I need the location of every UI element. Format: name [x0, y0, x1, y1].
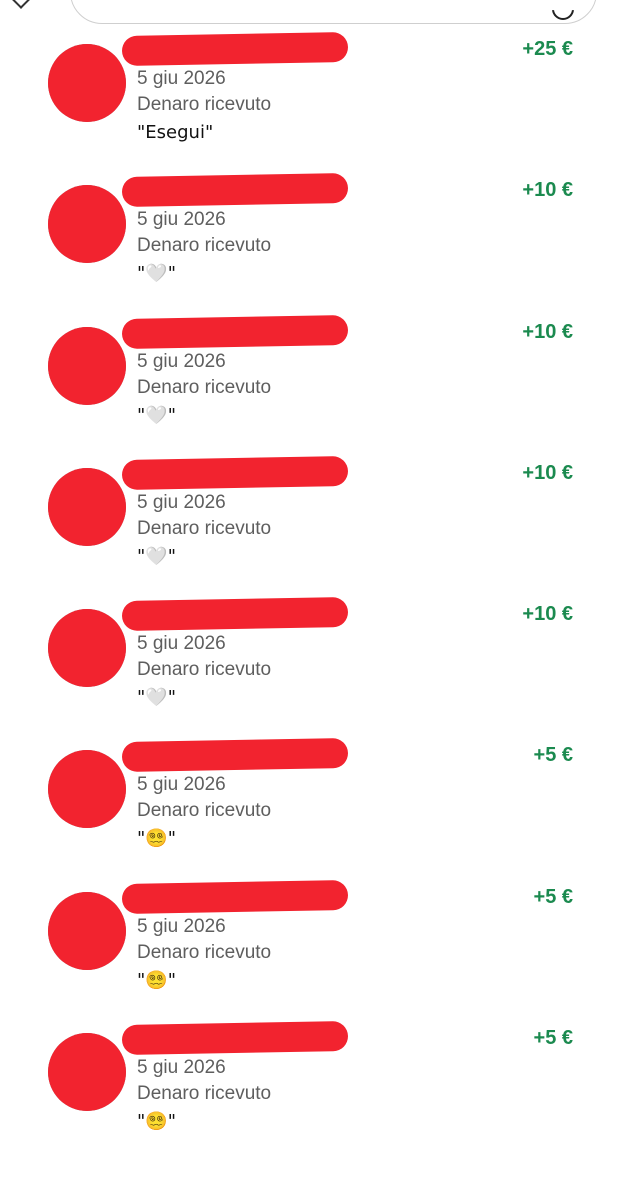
redacted-name	[121, 173, 349, 208]
avatar	[48, 185, 126, 264]
transaction-amount: +10 €	[522, 461, 573, 484]
transaction-date: 5 giu 2026	[137, 68, 226, 89]
transaction-amount: +10 €	[522, 320, 573, 343]
transaction-row[interactable]: 5 giu 2026 Denaro ricevuto "😵‍💫" +5 €	[0, 876, 625, 1017]
redacted-name	[121, 1021, 349, 1056]
transaction-note: "Esegui"	[137, 122, 214, 143]
transaction-amount: +10 €	[522, 179, 573, 202]
transaction-date: 5 giu 2026	[137, 915, 226, 937]
transaction-list: 5 giu 2026 Denaro ricevuto "Esegui" +25 …	[0, 28, 625, 1158]
transaction-row[interactable]: 5 giu 2026 Denaro ricevuto "😵‍💫" +5 €	[0, 1017, 625, 1158]
redaction-mark	[48, 750, 126, 829]
avatar	[48, 1033, 126, 1112]
transaction-note: "🤍"	[137, 404, 176, 426]
transaction-amount: +10 €	[522, 603, 573, 626]
transaction-type: Denaro ricevuto	[137, 235, 272, 257]
avatar	[48, 750, 126, 829]
transaction-date: 5 giu 2026	[137, 1057, 226, 1079]
search-icon[interactable]	[552, 10, 574, 20]
avatar	[48, 891, 126, 970]
transaction-type: Denaro ricevuto	[137, 517, 272, 539]
redaction-mark	[48, 44, 126, 122]
redacted-name	[121, 738, 349, 773]
transaction-note: "🤍"	[137, 545, 176, 567]
redaction-mark	[48, 326, 126, 405]
transaction-type: Denaro ricevuto	[137, 94, 272, 115]
transaction-note: "😵‍💫"	[137, 828, 176, 850]
avatar	[48, 326, 126, 405]
transaction-row[interactable]: 5 giu 2026 Denaro ricevuto "Esegui" +25 …	[0, 28, 625, 169]
transaction-note: "🤍"	[137, 263, 176, 285]
transaction-date: 5 giu 2026	[137, 350, 226, 372]
transaction-date: 5 giu 2026	[137, 491, 226, 513]
transaction-note: "😵‍💫"	[137, 1111, 176, 1133]
transaction-row[interactable]: 5 giu 2026 Denaro ricevuto "🤍" +10 €	[0, 311, 625, 452]
redacted-name	[121, 879, 349, 914]
redacted-name	[121, 597, 349, 632]
transaction-row[interactable]: 5 giu 2026 Denaro ricevuto "🤍" +10 €	[0, 452, 625, 593]
transaction-amount: +5 €	[533, 885, 573, 908]
transaction-row[interactable]: 5 giu 2026 Denaro ricevuto "🤍" +10 €	[0, 593, 625, 734]
transaction-amount: +25 €	[522, 38, 573, 60]
redacted-name	[121, 314, 349, 349]
transaction-date: 5 giu 2026	[137, 774, 226, 796]
search-input[interactable]	[70, 0, 597, 24]
transaction-type: Denaro ricevuto	[137, 376, 272, 398]
redacted-name	[121, 32, 349, 66]
transaction-amount: +5 €	[533, 744, 573, 767]
avatar	[48, 609, 126, 688]
transaction-type: Denaro ricevuto	[137, 941, 272, 963]
transaction-type: Denaro ricevuto	[137, 659, 272, 681]
redaction-mark	[48, 467, 126, 546]
transaction-amount: +5 €	[533, 1027, 573, 1050]
redaction-mark	[48, 185, 126, 264]
transaction-type: Denaro ricevuto	[137, 800, 272, 822]
avatar	[48, 467, 126, 546]
transaction-row[interactable]: 5 giu 2026 Denaro ricevuto "😵‍💫" +5 €	[0, 734, 625, 875]
avatar	[48, 44, 126, 122]
transaction-note: "🤍"	[137, 687, 176, 709]
transaction-note: "😵‍💫"	[137, 969, 176, 991]
back-icon[interactable]	[11, 0, 31, 9]
redaction-mark	[48, 891, 126, 970]
transaction-type: Denaro ricevuto	[137, 1083, 272, 1105]
transaction-row[interactable]: 5 giu 2026 Denaro ricevuto "🤍" +10 €	[0, 169, 625, 310]
redaction-mark	[48, 1033, 126, 1112]
transaction-date: 5 giu 2026	[137, 633, 226, 655]
redacted-name	[121, 455, 349, 490]
redaction-mark	[48, 609, 126, 688]
transaction-date: 5 giu 2026	[137, 209, 226, 231]
